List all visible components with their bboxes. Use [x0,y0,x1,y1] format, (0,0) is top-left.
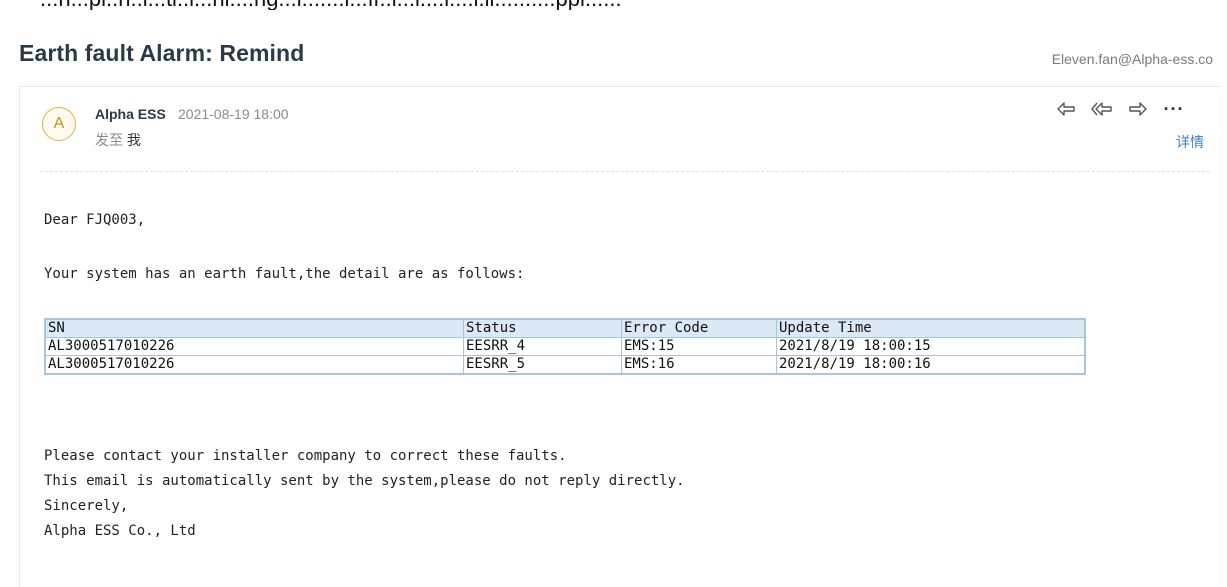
header-error-code: Error Code [621,318,777,338]
table-header-row: SN Status Error Code Update Time [44,318,1086,338]
sent-to-value: 我 [126,132,141,148]
details-link[interactable]: 详情 [1176,132,1204,152]
closing-line: Sincerely, [44,498,129,514]
sent-to-line: 发至 我 [95,130,141,150]
intro-text: Your system has an earth fault,the detai… [44,266,525,282]
avatar-letter: A [53,115,65,132]
header-update-time: Update Time [776,318,1086,338]
email-date: 2021-08-19 18:00 [178,106,289,122]
clipped-text-above: ...n...pl..n..i...ti..l...ni....ng...i..… [0,0,1227,10]
cell-update-time: 2021/8/19 18:00:15 [776,337,1086,356]
closing-text: Please contact your installer company to… [44,444,685,544]
cell-sn: AL3000517010226 [44,355,464,375]
sent-to-label: 发至 [95,132,123,148]
cell-status: EESRR_5 [463,355,622,375]
reply-all-icon[interactable] [1091,98,1113,120]
closing-line: This email is automatically sent by the … [44,473,685,489]
sender-name[interactable]: Alpha ESS [95,106,166,122]
greeting: Dear FJQ003, [44,212,146,228]
forward-icon[interactable] [1127,98,1149,120]
table-row: AL3000517010226 EESRR_5 EMS:16 2021/8/19… [44,355,1086,375]
reply-icon[interactable] [1055,98,1077,120]
header-sn: SN [44,318,464,338]
cell-status: EESRR_4 [463,337,622,356]
more-icon[interactable]: ··· [1163,98,1185,120]
table-row: AL3000517010226 EESRR_4 EMS:15 2021/8/19… [44,337,1086,356]
header-status: Status [463,318,622,338]
closing-line: Alpha ESS Co., Ltd [44,523,196,539]
cell-error-code: EMS:16 [621,355,777,375]
cell-sn: AL3000517010226 [44,337,464,356]
email-actions: ··· [1055,98,1185,120]
email-subject: Earth fault Alarm: Remind [19,40,305,66]
cell-error-code: EMS:15 [621,337,777,356]
sender-avatar[interactable]: A [42,107,76,141]
cell-update-time: 2021/8/19 18:00:16 [776,355,1086,375]
header-divider [40,171,1210,172]
recipient-address[interactable]: Eleven.fan@Alpha-ess.co [1052,51,1213,67]
closing-line: Please contact your installer company to… [44,448,567,464]
fault-table: SN Status Error Code Update Time AL30005… [44,318,1086,375]
